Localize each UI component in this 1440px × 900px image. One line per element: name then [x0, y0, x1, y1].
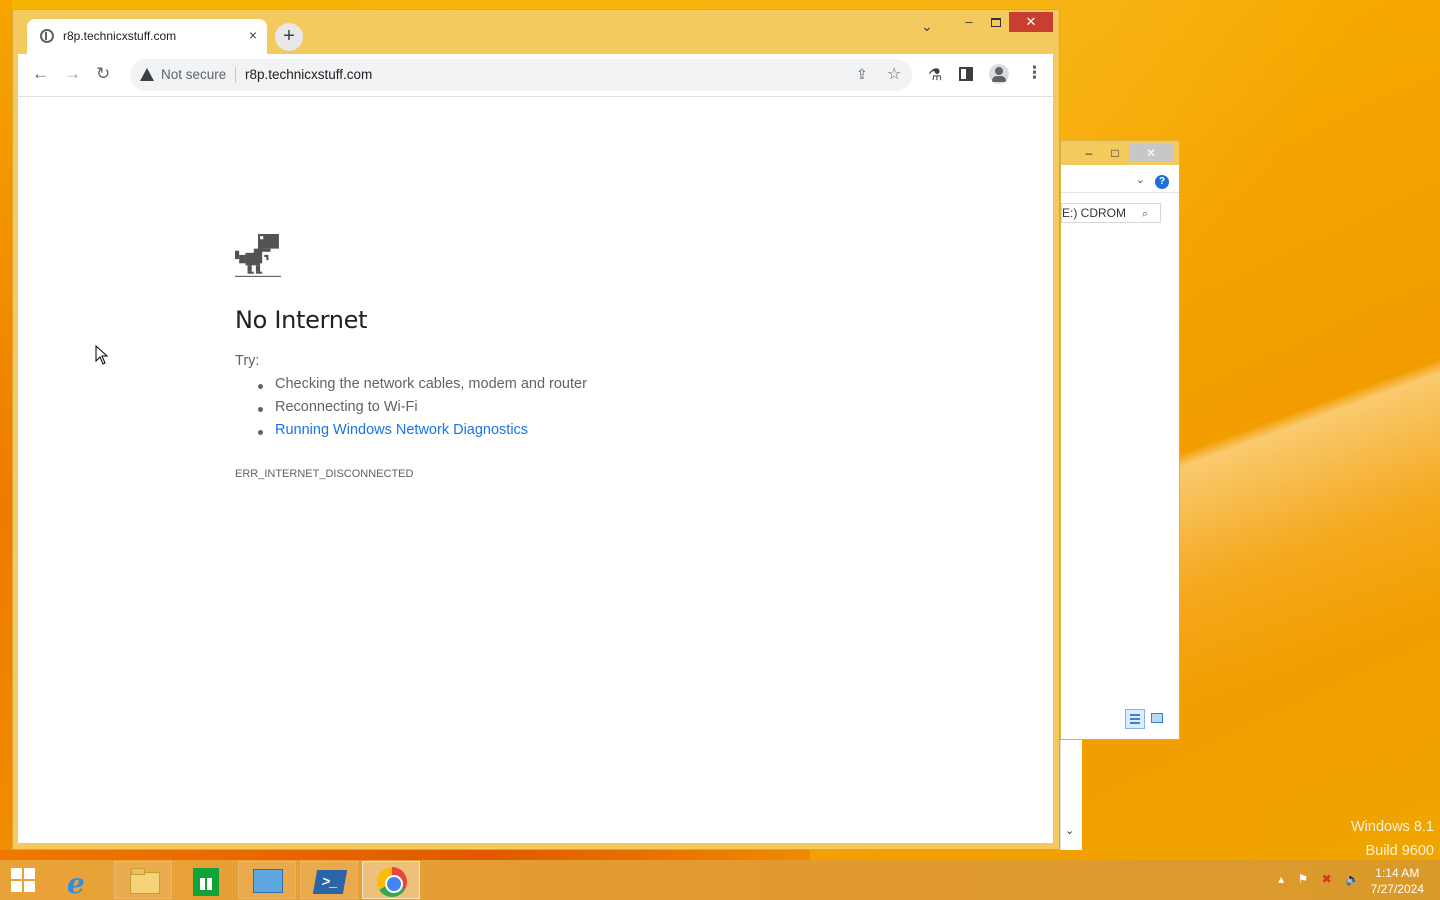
mouse-cursor-icon	[95, 345, 109, 365]
details-view-icon[interactable]	[1125, 709, 1145, 729]
taskbar-clock[interactable]: 1:14 AM 7/27/2024	[1371, 865, 1424, 897]
control-panel-icon	[253, 869, 283, 893]
explorer-titlebar[interactable]: – □ ✕	[1061, 141, 1179, 165]
taskbar-powershell[interactable]: >_	[300, 861, 358, 899]
extensions-icon[interactable]: ⚗	[928, 65, 942, 85]
internet-explorer-icon: e	[67, 867, 85, 900]
ribbon-expand-icon[interactable]: ⌄	[1136, 173, 1145, 186]
minimize-button[interactable]: –	[961, 14, 977, 29]
page-content: No Internet Try: Checking the network ca…	[18, 96, 1053, 843]
tab-title: r8p.technicxstuff.com	[63, 29, 177, 43]
profile-avatar-icon[interactable]	[989, 64, 1009, 84]
taskbar-internet-explorer[interactable]: e	[52, 861, 110, 900]
tab-strip: r8p.technicxstuff.com × + ⌄ – ✕	[13, 10, 1059, 54]
menu-icon[interactable]: ⋮	[1026, 63, 1043, 83]
system-tray: ▴ ⚑ ✖ 🔈	[1268, 872, 1360, 886]
clock-time: 1:14 AM	[1375, 866, 1420, 880]
powershell-icon: >_	[312, 870, 348, 894]
reload-icon[interactable]: ↻	[96, 64, 110, 84]
chrome-icon	[377, 867, 407, 897]
show-hidden-icons-icon[interactable]: ▴	[1278, 872, 1284, 886]
explorer-close-button[interactable]: ✕	[1129, 144, 1173, 162]
explorer-search-box[interactable]: E:) CDROM ⌕	[1061, 203, 1161, 223]
network-diagnostics-link[interactable]: Running Windows Network Diagnostics	[255, 422, 587, 445]
dino-icon[interactable]	[235, 234, 281, 280]
url-text[interactable]: r8p.technicxstuff.com	[245, 67, 372, 82]
share-icon[interactable]: ⇪	[856, 66, 868, 83]
back-icon[interactable]: ←	[32, 64, 49, 84]
tab-active[interactable]: r8p.technicxstuff.com ×	[27, 19, 267, 54]
taskbar-file-explorer[interactable]	[114, 861, 172, 899]
chrome-window: r8p.technicxstuff.com × + ⌄ – ✕ ← → ↻ No…	[12, 9, 1060, 850]
watermark-line1: Windows 8.1	[1350, 819, 1434, 835]
new-tab-button[interactable]: +	[275, 23, 303, 51]
error-code[interactable]: ERR_INTERNET_DISCONNECTED	[235, 468, 413, 480]
error-title: No Internet	[235, 306, 368, 334]
taskbar-control-panel[interactable]	[238, 861, 296, 899]
try-label: Try:	[235, 353, 260, 369]
browser-toolbar: ← → ↻ Not secure r8p.technicxstuff.com ⇪…	[18, 54, 1053, 96]
action-center-flag-icon[interactable]: ⚑	[1298, 872, 1309, 886]
desktop-edge	[0, 0, 12, 850]
explorer-minimize-button[interactable]: –	[1077, 144, 1101, 162]
suggestion-item: Reconnecting to Wi-Fi	[255, 399, 587, 422]
os-watermark: Windows 8.1 Build 9600	[1351, 815, 1434, 863]
suggestion-item: Checking the network cables, modem and r…	[255, 376, 587, 399]
search-box-text: E:) CDROM	[1062, 206, 1126, 220]
maximize-button[interactable]	[991, 18, 1001, 27]
explorer-scrollbar[interactable]: ⌄	[1060, 740, 1082, 850]
search-icon[interactable]: ⌕	[1142, 205, 1148, 222]
globe-icon	[40, 29, 54, 43]
close-button[interactable]: ✕	[1009, 12, 1053, 32]
side-panel-icon[interactable]	[959, 67, 973, 81]
tab-search-icon[interactable]: ⌄	[921, 18, 933, 35]
scroll-down-icon[interactable]: ⌄	[1065, 824, 1074, 837]
taskbar: e >_ ▴ ⚑ ✖ 🔈 1:14 AM 7/27/2024	[0, 860, 1440, 900]
taskbar-store[interactable]	[176, 861, 234, 899]
bookmark-star-icon[interactable]: ☆	[887, 64, 901, 84]
windows-start-icon[interactable]	[11, 868, 37, 894]
store-icon	[193, 868, 219, 896]
forward-icon[interactable]: →	[64, 64, 81, 84]
suggestion-list: Checking the network cables, modem and r…	[255, 376, 587, 445]
help-icon[interactable]: ?	[1155, 175, 1169, 189]
file-explorer-window[interactable]: – □ ✕ ⌄ ? E:) CDROM ⌕	[1060, 140, 1180, 740]
explorer-ribbon-row: ⌄ ?	[1061, 171, 1179, 193]
volume-icon[interactable]: 🔈	[1345, 872, 1360, 886]
tab-close-icon[interactable]: ×	[249, 27, 257, 43]
large-icons-view-icon[interactable]	[1151, 713, 1163, 723]
clock-date: 7/27/2024	[1370, 882, 1424, 896]
network-disconnected-icon[interactable]: ✖	[1322, 872, 1332, 886]
address-bar[interactable]: Not secure r8p.technicxstuff.com ⇪ ☆	[130, 59, 912, 91]
folder-icon	[130, 868, 160, 894]
taskbar-chrome[interactable]	[362, 861, 420, 899]
warning-icon[interactable]	[140, 68, 154, 81]
explorer-maximize-button[interactable]: □	[1103, 144, 1127, 162]
security-label[interactable]: Not secure	[161, 67, 226, 82]
omnibox-divider	[235, 67, 236, 83]
